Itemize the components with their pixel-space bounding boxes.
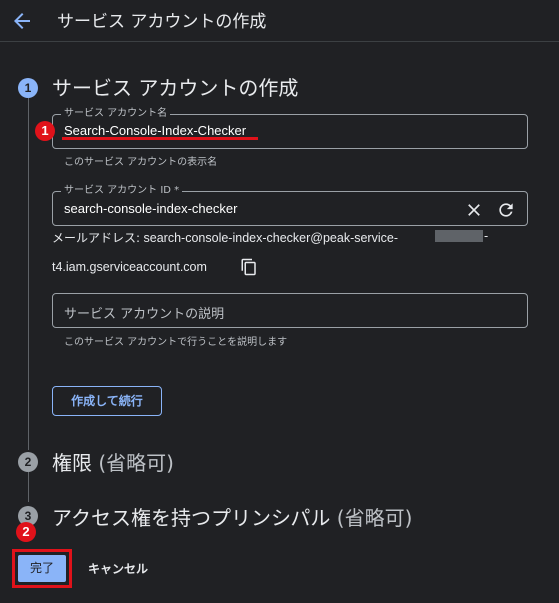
description-hint: このサービス アカウントで行うことを説明します bbox=[64, 337, 288, 348]
step-2-indicator[interactable]: 2 bbox=[18, 452, 38, 472]
stepper-line bbox=[28, 472, 29, 502]
service-account-name-field[interactable]: サービス アカウント名 Search-Console-Index-Checker bbox=[52, 108, 528, 149]
email-address-tail: - bbox=[484, 229, 489, 243]
app-header: サービス アカウントの作成 bbox=[0, 0, 559, 42]
cancel-button[interactable]: キャンセル bbox=[88, 560, 148, 577]
step-1-indicator: 1 bbox=[18, 78, 38, 98]
email-address-line-2: t4.iam.gserviceaccount.com bbox=[52, 260, 207, 274]
step-1-title: サービス アカウントの作成 bbox=[52, 76, 299, 100]
service-account-id-field[interactable]: サービス アカウント ID * search-console-index-che… bbox=[52, 185, 528, 226]
page-title: サービス アカウントの作成 bbox=[57, 12, 267, 32]
annotation-marker-2: 2 bbox=[16, 522, 36, 542]
step-2-title[interactable]: 権限 (省略可) bbox=[52, 447, 174, 476]
step-3-title[interactable]: アクセス権を持つプリンシパル (省略可) bbox=[52, 502, 412, 531]
service-account-id-label: サービス アカウント ID * bbox=[61, 185, 183, 197]
stepper-line bbox=[28, 98, 29, 450]
clear-icon[interactable] bbox=[464, 200, 484, 220]
email-address-line-1: メールアドレス: search-console-index-checker@pe… bbox=[52, 229, 398, 246]
service-account-name-label: サービス アカウント名 bbox=[61, 108, 171, 120]
step-3-optional: (省略可) bbox=[336, 506, 413, 530]
back-arrow-icon[interactable] bbox=[10, 9, 34, 33]
step-2-optional: (省略可) bbox=[98, 451, 174, 475]
redacted-text bbox=[435, 230, 483, 242]
step-3-label: アクセス権を持つプリンシパル bbox=[52, 506, 331, 530]
email-address-label: メールアドレス: bbox=[52, 231, 141, 245]
service-account-id-value: search-console-index-checker bbox=[64, 201, 238, 216]
annotation-underline bbox=[62, 137, 258, 140]
done-button-highlight: 完了 bbox=[12, 549, 72, 588]
refresh-icon[interactable] bbox=[496, 200, 516, 220]
email-address-value: search-console-index-checker@peak-servic… bbox=[143, 231, 398, 245]
copy-icon[interactable] bbox=[240, 258, 258, 276]
service-account-description-field[interactable]: サービス アカウントの説明 bbox=[52, 293, 528, 328]
description-placeholder: サービス アカウントの説明 bbox=[64, 307, 225, 322]
done-button[interactable]: 完了 bbox=[18, 555, 66, 582]
annotation-marker-1: 1 bbox=[35, 121, 55, 141]
create-and-continue-button[interactable]: 作成して続行 bbox=[52, 386, 162, 416]
service-account-name-hint: このサービス アカウントの表示名 bbox=[64, 157, 218, 168]
step-2-label: 権限 bbox=[52, 451, 92, 475]
service-account-name-value: Search-Console-Index-Checker bbox=[64, 123, 247, 138]
